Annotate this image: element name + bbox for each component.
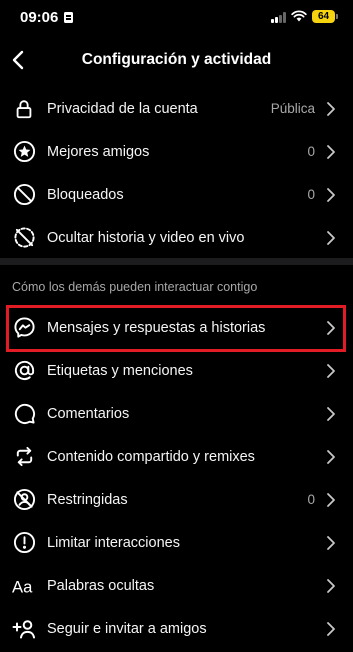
messenger-icon	[12, 316, 36, 340]
comment-icon	[12, 402, 36, 426]
menu-item-palabras-ocultas[interactable]: Aa Palabras ocultas	[0, 564, 353, 607]
menu-item-comentarios[interactable]: Comentarios	[0, 392, 353, 435]
chevron-right-icon	[327, 406, 335, 421]
chevron-right-icon	[327, 320, 335, 335]
chevron-right-icon	[327, 144, 335, 159]
menu-item-bloqueados[interactable]: Bloqueados 0	[0, 173, 353, 216]
battery-indicator: 64	[312, 10, 338, 23]
hidden-words-icon: Aa	[12, 574, 36, 598]
limit-alert-icon	[12, 531, 36, 555]
section-divider	[0, 258, 353, 265]
item-label: Privacidad de la cuenta	[47, 100, 198, 117]
share-remix-icon	[12, 445, 36, 469]
page-title: Configuración y actividad	[81, 51, 272, 68]
item-label: Etiquetas y menciones	[47, 362, 193, 379]
chevron-right-icon	[327, 187, 335, 202]
item-label: Mensajes y respuestas a historias	[47, 319, 266, 336]
chevron-right-icon	[327, 621, 335, 636]
chevron-right-icon	[327, 230, 335, 245]
item-label: Limitar interacciones	[47, 534, 180, 551]
item-label: Mejores amigos	[47, 143, 150, 160]
menu-item-mejores-amigos[interactable]: Mejores amigos 0	[0, 130, 353, 173]
hide-story-icon	[12, 226, 36, 250]
item-value: 0	[307, 492, 315, 507]
chevron-right-icon	[327, 492, 335, 507]
menu-item-ocultar-historia[interactable]: Ocultar historia y video en vivo	[0, 216, 353, 259]
lock-screen-icon	[64, 12, 73, 23]
item-label: Bloqueados	[47, 186, 124, 203]
at-sign-icon	[12, 359, 36, 383]
item-value: 0	[307, 187, 315, 202]
menu-item-contenido-compartido[interactable]: Contenido compartido y remixes	[0, 435, 353, 478]
wifi-icon	[291, 10, 307, 22]
cellular-signal-icon	[271, 12, 287, 23]
status-time: 09:06	[20, 9, 59, 26]
menu-item-restringidas[interactable]: Restringidas 0	[0, 478, 353, 521]
lock-icon	[12, 97, 36, 121]
item-label: Seguir e invitar a amigos	[47, 620, 207, 637]
chevron-right-icon	[327, 363, 335, 378]
item-value: 0	[307, 144, 315, 159]
chevron-right-icon	[327, 535, 335, 550]
item-label: Comentarios	[47, 405, 130, 422]
chevron-right-icon	[327, 578, 335, 593]
menu-item-mensajes[interactable]: Mensajes y respuestas a historias	[0, 306, 353, 349]
svg-text:Aa: Aa	[12, 577, 33, 596]
restricted-icon	[12, 488, 36, 512]
blocked-icon	[12, 183, 36, 207]
section-title: Cómo los demás pueden interactuar contig…	[12, 280, 258, 294]
chevron-right-icon	[327, 449, 335, 464]
star-circle-icon	[12, 140, 36, 164]
menu-item-limitar[interactable]: Limitar interacciones	[0, 521, 353, 564]
item-value: Pública	[270, 101, 315, 116]
menu-item-etiquetas[interactable]: Etiquetas y menciones	[0, 349, 353, 392]
menu-item-privacidad[interactable]: Privacidad de la cuenta Pública	[0, 87, 353, 130]
item-label: Contenido compartido y remixes	[47, 448, 255, 465]
item-label: Ocultar historia y video en vivo	[47, 229, 245, 246]
item-label: Palabras ocultas	[47, 577, 155, 594]
chevron-right-icon	[327, 101, 335, 116]
item-label: Restringidas	[47, 491, 128, 508]
add-friend-icon	[12, 617, 36, 641]
status-bar: 09:06 64	[0, 0, 353, 40]
menu-item-seguir-invitar[interactable]: Seguir e invitar a amigos	[0, 607, 353, 650]
header: Configuración y actividad	[0, 40, 353, 80]
